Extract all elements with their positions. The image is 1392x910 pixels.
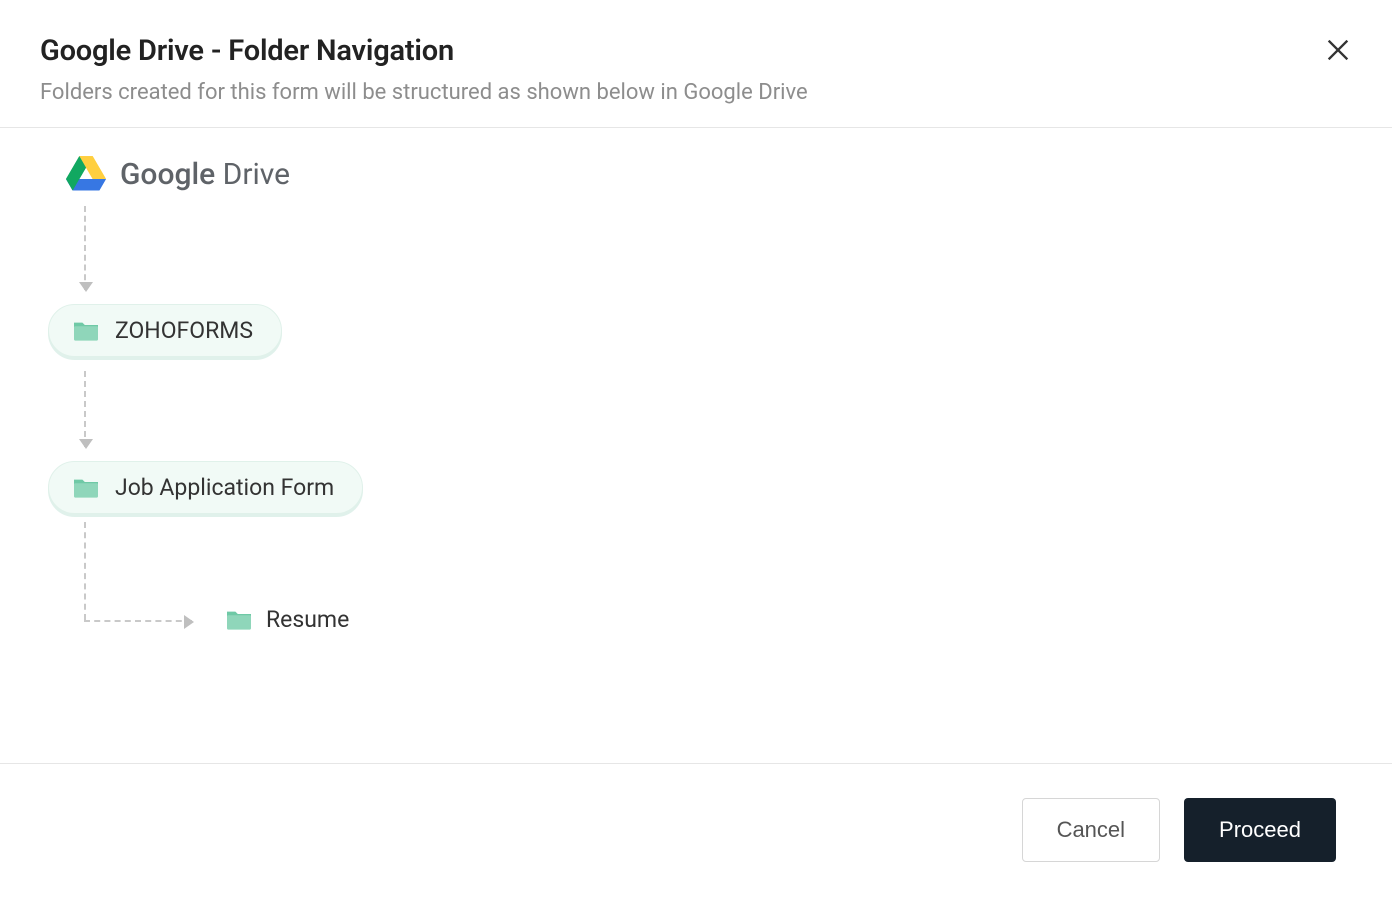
folder-resume: Resume [224, 606, 349, 633]
folder-icon [71, 319, 101, 343]
modal-title: Google Drive - Folder Navigation [40, 34, 1352, 68]
close-button[interactable] [1324, 36, 1352, 68]
connector-elbow: Resume [84, 522, 1392, 642]
folder-icon [71, 476, 101, 500]
folder-label: Resume [266, 606, 349, 633]
arrow-right-icon [84, 620, 192, 622]
modal-footer: Cancel Proceed [0, 764, 1392, 910]
modal-header: Google Drive - Folder Navigation Folders… [0, 0, 1392, 128]
google-drive-icon [66, 156, 106, 192]
folder-navigation-modal: Google Drive - Folder Navigation Folders… [0, 0, 1392, 910]
google-drive-label: Google Drive [120, 157, 290, 192]
folder-label: Job Application Form [115, 474, 334, 501]
folder-icon [224, 608, 254, 632]
google-drive-root: Google Drive [66, 156, 1392, 192]
close-icon [1324, 36, 1352, 64]
arrow-down-icon [84, 371, 86, 447]
google-drive-product: Drive [223, 157, 290, 192]
modal-body: Google Drive ZOHOFORMS Job Application F… [0, 128, 1392, 764]
modal-subtitle: Folders created for this form will be st… [40, 80, 1352, 105]
folder-label: ZOHOFORMS [115, 317, 253, 344]
folder-job-application-form: Job Application Form [48, 461, 363, 514]
google-drive-brand: Google [120, 157, 215, 192]
folder-zohoforms: ZOHOFORMS [48, 304, 282, 357]
proceed-button[interactable]: Proceed [1184, 798, 1336, 862]
cancel-button[interactable]: Cancel [1022, 798, 1160, 862]
arrow-down-icon [84, 206, 86, 290]
